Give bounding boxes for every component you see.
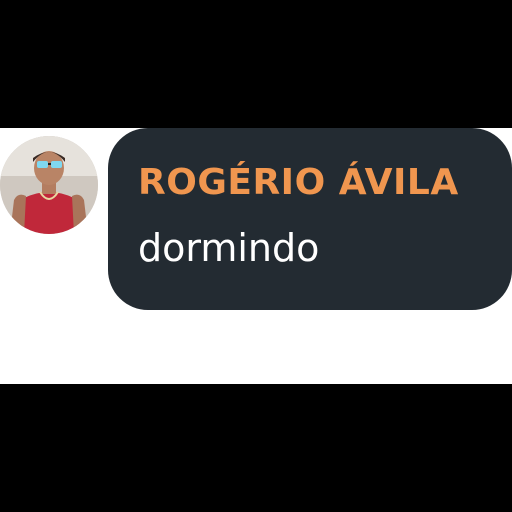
contact-status: dormindo: [138, 226, 320, 270]
avatar[interactable]: [0, 136, 98, 234]
profile-photo-icon: [0, 136, 98, 234]
contact-name: ROGÉRIO ÁVILA: [138, 162, 459, 203]
message-bubble[interactable]: ROGÉRIO ÁVILA dormindo: [108, 128, 512, 310]
